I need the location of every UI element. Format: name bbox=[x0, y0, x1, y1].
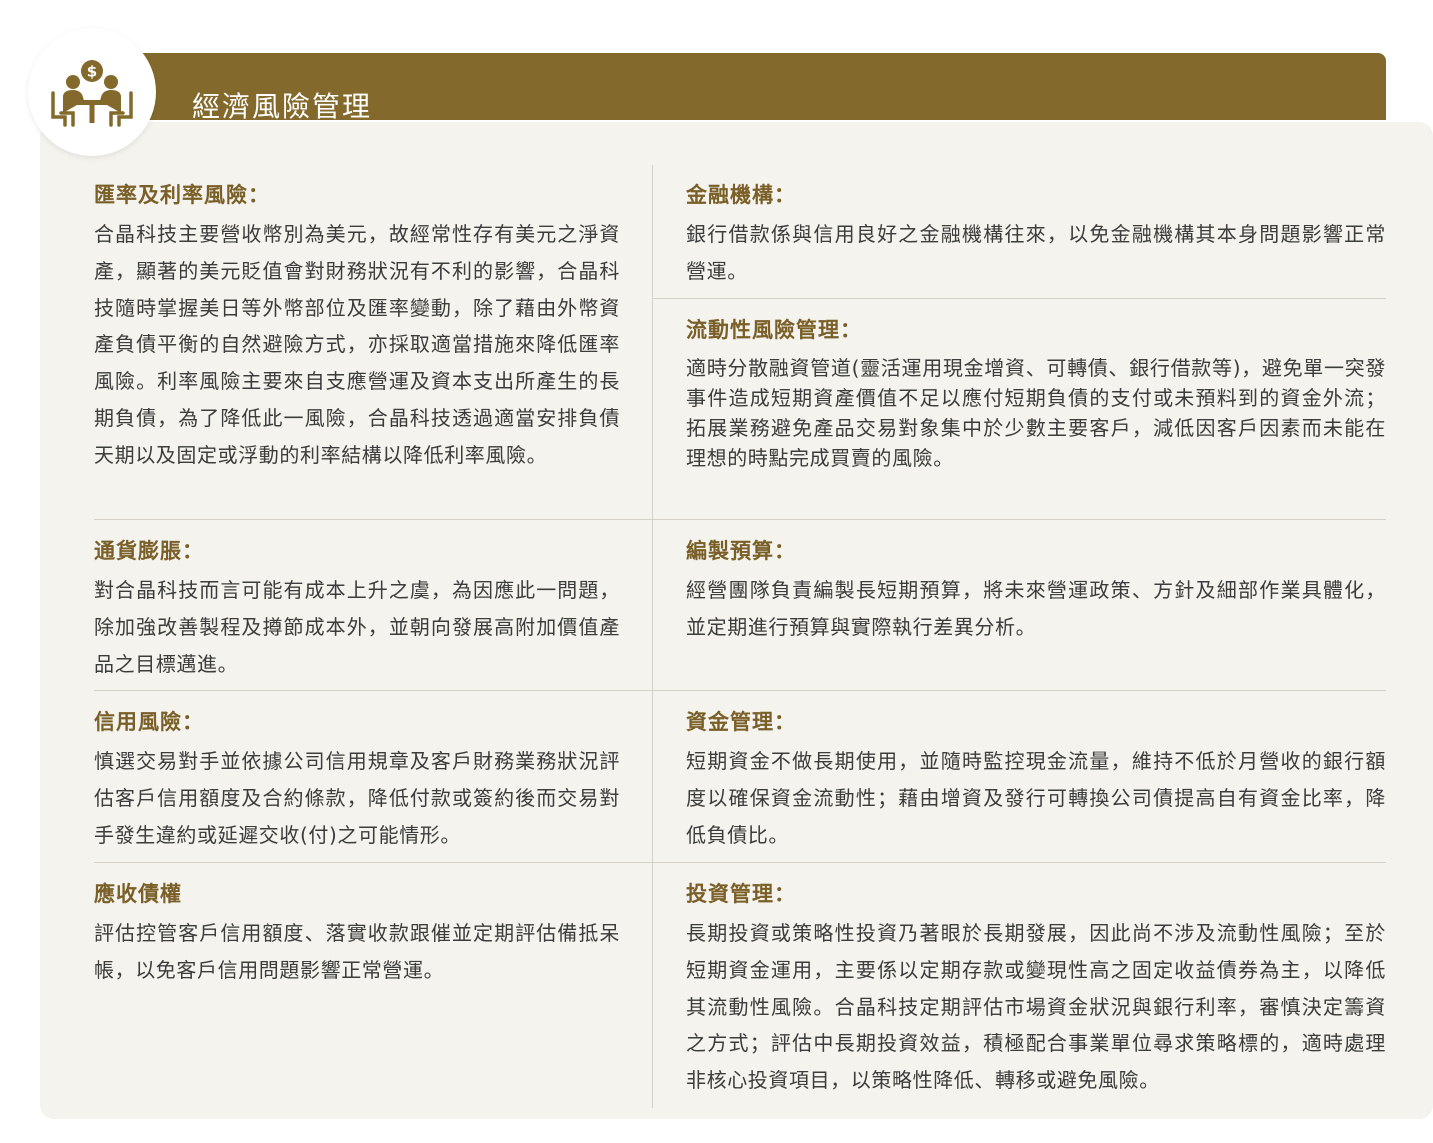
section-heading: 投資管理： bbox=[686, 882, 796, 906]
page-title: 經濟風險管理 bbox=[192, 89, 373, 123]
section-body: 長期投資或策略性投資乃著眼於長期發展，因此尚不涉及流動性風險；至於短期資金運用，… bbox=[686, 921, 1386, 1093]
svg-text:$: $ bbox=[87, 63, 97, 81]
section-heading: 流動性風險管理： bbox=[686, 318, 862, 342]
section-budget: 編製預算： 經營團隊負責編製長短期預算，將未來營運政策、方針及細部作業具體化，並… bbox=[686, 536, 1386, 646]
divider-row-3 bbox=[94, 862, 1386, 863]
section-fund-management: 資金管理： 短期資金不做長期使用，並隨時監控現金流量，維持不低於月營收的銀行額度… bbox=[686, 707, 1386, 853]
section-liquidity: 流動性風險管理： 適時分散融資管道(靈活運用現金增資、可轉債、銀行借款等)，避免… bbox=[686, 315, 1386, 473]
section-inflation: 通貨膨脹： 對合晶科技而言可能有成本上升之虞，為因應此一問題，除加強改善製程及撙… bbox=[94, 536, 620, 682]
section-credit: 信用風險： 慎選交易對手並依據公司信用規章及客戶財務業務狀況評估客戶信用額度及合… bbox=[94, 707, 620, 853]
divider-right-1 bbox=[652, 298, 1386, 299]
section-heading: 應收債權 bbox=[94, 882, 182, 906]
section-heading: 金融機構： bbox=[686, 183, 796, 207]
section-heading: 匯率及利率風險： bbox=[94, 183, 270, 207]
section-heading: 編製預算： bbox=[686, 539, 796, 563]
section-body: 合晶科技主要營收幣別為美元，故經常性存有美元之淨資產，顯著的美元貶值會對財務狀況… bbox=[94, 222, 620, 467]
section-heading: 資金管理： bbox=[686, 710, 796, 734]
section-investment: 投資管理： 長期投資或策略性投資乃著眼於長期發展，因此尚不涉及流動性風險；至於短… bbox=[686, 879, 1386, 1099]
section-body: 經營團隊負責編製長短期預算，將未來營運政策、方針及細部作業具體化，並定期進行預算… bbox=[686, 578, 1386, 639]
section-receivables: 應收債權 評估控管客戶信用額度、落實收款跟催並定期評估備抵呆帳，以免客戶信用問題… bbox=[94, 879, 620, 989]
section-body: 適時分散融資管道(靈活運用現金增資、可轉債、銀行借款等)，避免單一突發事件造成短… bbox=[686, 356, 1386, 470]
section-heading: 信用風險： bbox=[94, 710, 204, 734]
section-body: 慎選交易對手並依據公司信用規章及客戶財務業務狀況評估客戶信用額度及合約條款，降低… bbox=[94, 749, 620, 847]
meeting-money-icon: $ bbox=[51, 60, 133, 127]
divider-row-2 bbox=[94, 690, 1386, 691]
section-financial-institution: 金融機構： 銀行借款係與信用良好之金融機構往來，以免金融機構其本身問題影響正常營… bbox=[686, 180, 1386, 290]
column-divider bbox=[652, 165, 653, 1108]
section-exchange-rate: 匯率及利率風險： 合晶科技主要營收幣別為美元，故經常性存有美元之淨資產，顯著的美… bbox=[94, 180, 620, 474]
header-badge: $ bbox=[28, 28, 156, 156]
divider-row-1 bbox=[94, 519, 1386, 520]
section-body: 銀行借款係與信用良好之金融機構往來，以免金融機構其本身問題影響正常營運。 bbox=[686, 222, 1386, 283]
section-heading: 通貨膨脹： bbox=[94, 539, 204, 563]
section-body: 短期資金不做長期使用，並隨時監控現金流量，維持不低於月營收的銀行額度以確保資金流… bbox=[686, 749, 1386, 847]
section-body: 對合晶科技而言可能有成本上升之虞，為因應此一問題，除加強改善製程及撙節成本外，並… bbox=[94, 578, 620, 676]
section-body: 評估控管客戶信用額度、落實收款跟催並定期評估備抵呆帳，以免客戶信用問題影響正常營… bbox=[94, 921, 620, 982]
